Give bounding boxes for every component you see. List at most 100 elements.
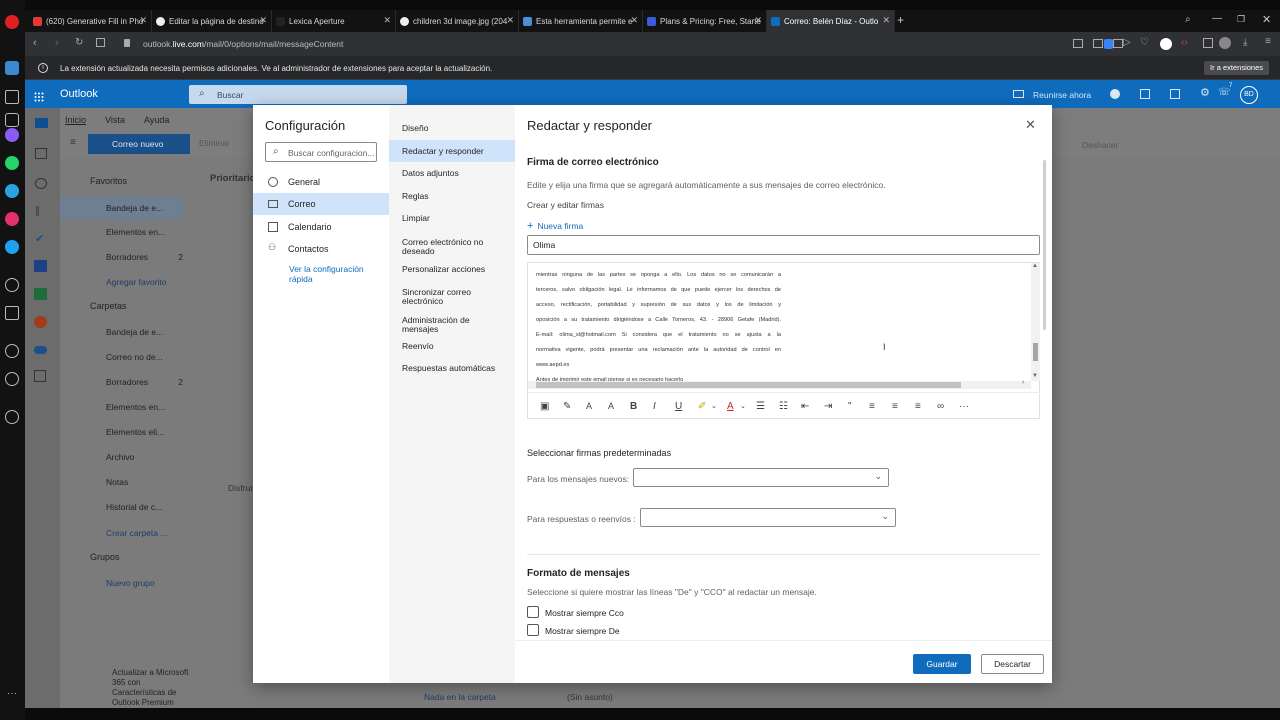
folder-junk[interactable]: Correo no de...	[60, 345, 195, 369]
category-calendar[interactable]: Calendario	[253, 216, 389, 238]
mail-icon[interactable]	[35, 118, 48, 128]
highlight-dropdown-icon[interactable]: ⌄	[711, 400, 717, 413]
align-center-icon[interactable]: ≡	[892, 400, 898, 413]
tab-close-icon[interactable]: ✕	[259, 15, 267, 26]
favorite-drafts[interactable]: Borradores 2	[60, 245, 195, 269]
section-compose-reply[interactable]: Redactar y responder	[389, 140, 515, 162]
outlook-brand[interactable]: Outlook	[60, 88, 98, 100]
increase-indent-icon[interactable]: ⇥	[824, 400, 832, 413]
hamburger-icon[interactable]: ≡	[70, 137, 76, 148]
people-icon[interactable]	[35, 178, 47, 189]
new-tab-icon[interactable]: +	[897, 13, 904, 27]
maximize-icon[interactable]: ❐	[1237, 14, 1245, 25]
delete-button[interactable]: Eliminar	[199, 138, 230, 148]
avatar[interactable]: BD	[1240, 86, 1258, 104]
new-mail-button[interactable]: Correo nuevo	[88, 134, 190, 154]
tab-home[interactable]: Inicio	[65, 115, 86, 125]
vpn-icon[interactable]: ‹›	[1181, 37, 1188, 48]
tabs-grid-icon[interactable]	[96, 38, 105, 47]
scroll-down-icon[interactable]: ▼	[1032, 373, 1038, 379]
outlook-search-input[interactable]: ⌕ Buscar	[189, 85, 407, 104]
telegram-icon[interactable]	[5, 184, 19, 198]
discard-button[interactable]: Descartar	[981, 654, 1044, 674]
highlight-icon[interactable]: ✐	[698, 400, 706, 413]
scroll-up-icon[interactable]: ▲	[1032, 263, 1038, 269]
more-icon[interactable]: ···	[5, 689, 19, 704]
new-messages-dropdown[interactable]: ⌄	[633, 468, 889, 487]
section-attachments[interactable]: Datos adjuntos	[389, 163, 515, 183]
settings-scroll-area[interactable]: Firma de correo electrónico Edite y elij…	[515, 145, 1052, 640]
skype-icon[interactable]	[1110, 89, 1120, 99]
category-mail[interactable]: Correo	[253, 193, 389, 215]
show-from-label[interactable]: Mostrar siempre De	[545, 626, 620, 636]
font-color-dropdown-icon[interactable]: ⌄	[740, 400, 746, 413]
snapshot-icon[interactable]	[1073, 39, 1083, 48]
play-icon[interactable]: ▷	[1123, 37, 1131, 48]
tab-close-icon[interactable]: ✕	[754, 15, 762, 26]
word-icon[interactable]	[34, 260, 47, 272]
section-layout[interactable]: Diseño	[389, 118, 515, 138]
settings-search-input[interactable]: ⌕ Buscar configuracion...	[265, 142, 377, 162]
tab-5[interactable]: Plans & Pricing: Free, Starte ✕	[643, 10, 767, 32]
tab-view[interactable]: Vista	[105, 115, 125, 125]
attach-icon[interactable]: ∥	[35, 206, 40, 217]
url-field[interactable]: outlook.live.com/mail/0/options/mail/mes…	[143, 39, 343, 49]
tab-close-icon[interactable]: ✕	[139, 15, 147, 26]
folder-archive[interactable]: Archivo	[60, 445, 195, 469]
calendar-icon[interactable]	[35, 148, 47, 159]
close-icon[interactable]: ✕	[1025, 117, 1036, 133]
history-icon[interactable]	[5, 372, 19, 386]
numbering-icon[interactable]: ☷	[779, 400, 788, 413]
section-sync-email[interactable]: Sincronizar correo electrónico	[389, 284, 479, 310]
editor-vertical-scrollbar[interactable]: ▲ ▼	[1031, 263, 1040, 381]
tab-close-icon[interactable]: ✕	[882, 15, 890, 26]
format-painter-icon[interactable]: ✎	[563, 400, 571, 413]
category-general[interactable]: General	[253, 171, 389, 193]
reload-icon[interactable]: ↻	[75, 37, 83, 48]
signature-editor[interactable]: mientras ninguna de las partes se oponga…	[527, 262, 1041, 419]
bookmark-heart-icon[interactable]: ♡	[1140, 37, 1149, 48]
show-from-checkbox[interactable]	[527, 624, 539, 636]
folder-history[interactable]: Historial de c...	[60, 495, 195, 519]
add-favorite-link[interactable]: Agregar favorito	[106, 277, 166, 287]
signature-name-input[interactable]	[527, 235, 1040, 255]
excel-icon[interactable]	[34, 288, 47, 300]
page-icon[interactable]	[1113, 39, 1123, 48]
meet-now-button[interactable]: Reunirse ahora	[1033, 90, 1091, 100]
download-icon[interactable]: ⤓	[1243, 37, 1247, 48]
tab-close-icon[interactable]: ✕	[506, 15, 514, 26]
section-automatic-replies[interactable]: Respuestas automáticas	[389, 358, 515, 378]
favorite-inbox[interactable]: Bandeja de e...	[60, 196, 183, 220]
show-bcc-checkbox[interactable]	[527, 606, 539, 618]
align-left-icon[interactable]: ≡	[869, 400, 875, 413]
folder-deleted[interactable]: Elementos eli...	[60, 420, 195, 444]
section-forwarding[interactable]: Reenvío	[389, 336, 515, 356]
tab-2[interactable]: Lexica Aperture ✕	[272, 10, 396, 32]
category-contacts[interactable]: ⚇ Contactos	[253, 238, 389, 260]
speed-dial-icon[interactable]	[5, 90, 19, 104]
lightbulb-icon[interactable]	[5, 410, 19, 424]
new-signature-button[interactable]: + Nueva firma	[527, 220, 583, 232]
go-to-extensions-button[interactable]: Ir a extensiones	[1204, 61, 1269, 75]
tab-help[interactable]: Ayuda	[144, 115, 169, 125]
window-close-icon[interactable]: ✕	[1262, 13, 1271, 26]
app-launcher-icon[interactable]	[34, 89, 44, 102]
editor-vscroll-thumb[interactable]	[1033, 343, 1038, 361]
tab-6-active[interactable]: Correo: Belén Díaz - Outlo ✕	[767, 10, 895, 32]
font-size-icon[interactable]: A	[608, 400, 614, 413]
upgrade-premium[interactable]: Actualizar a Microsoft 365 con Caracterí…	[86, 668, 194, 708]
tab-1[interactable]: Editar la página de destino ✕	[152, 10, 272, 32]
create-folder-link[interactable]: Crear carpeta ...	[106, 528, 167, 538]
new-group-link[interactable]: Nuevo grupo	[106, 578, 155, 588]
draft-subject[interactable]: (Sin asunto)	[567, 692, 613, 702]
signature-body[interactable]: mientras ninguna de las partes se oponga…	[536, 268, 781, 388]
italic-icon[interactable]: I	[653, 400, 656, 413]
camera-icon[interactable]	[1093, 39, 1103, 48]
save-button[interactable]: Guardar	[913, 654, 971, 674]
twitter-icon[interactable]	[5, 240, 19, 254]
opera-logo-icon[interactable]	[5, 15, 19, 29]
more-apps-icon[interactable]	[34, 370, 46, 382]
extensions-icon[interactable]	[1203, 38, 1213, 48]
editor-horizontal-scrollbar[interactable]: ›	[528, 379, 1031, 389]
quick-settings-link[interactable]: Ver la configuración rápida	[289, 264, 379, 284]
